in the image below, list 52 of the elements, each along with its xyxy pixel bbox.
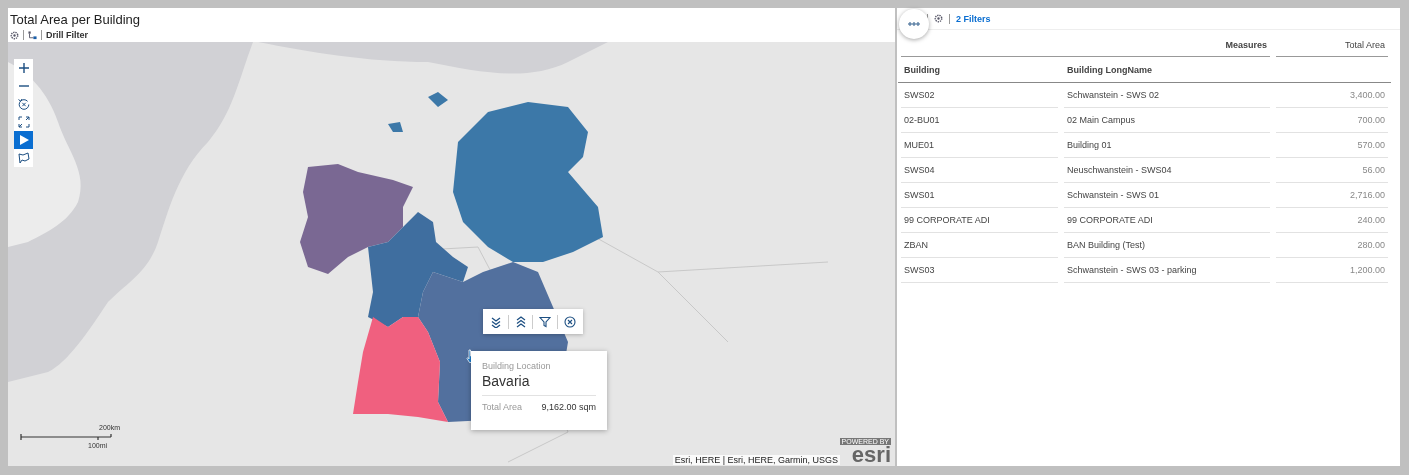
plus-icon (17, 62, 30, 74)
lasso-icon (17, 152, 30, 164)
table-cell: 02 Main Campus (1067, 115, 1136, 125)
table-cell: Schwanstein - SWS 03 - parking (1067, 265, 1197, 275)
table-cell: 240.00 (1357, 215, 1385, 225)
table-cell: Neuschwanstein - SWS04 (1067, 165, 1172, 175)
tooltip-dimension-value: Bavaria (482, 373, 596, 396)
table-cell: ZBAN (904, 240, 928, 250)
scale-bar-icon (20, 434, 112, 440)
table-cell: 2,716.00 (1349, 190, 1385, 200)
map-logo: esri (851, 445, 891, 465)
measures-header: Measures (1225, 40, 1267, 50)
table-cell: SWS04 (904, 165, 935, 175)
play-icon (17, 134, 30, 146)
map-attribution: Esri, HERE | Esri, HERE, Garmin, USGS (672, 455, 840, 465)
reset-icon (17, 98, 30, 110)
fullscreen-icon (17, 116, 30, 128)
drill-up-icon[interactable] (514, 315, 527, 328)
column-header: Building LongName (1067, 64, 1152, 75)
column-header: Total Area (1344, 40, 1385, 50)
table-cell: 700.00 (1357, 115, 1385, 125)
widget-title: Total Area per Building (10, 12, 142, 28)
filters-link[interactable]: 2 Filters (956, 13, 991, 24)
table-cell: MUE01 (904, 140, 934, 150)
table-cell: SWS02 (904, 90, 935, 100)
table-cell: 280.00 (1357, 240, 1385, 250)
table-cell: Building 01 (1067, 140, 1112, 150)
gear-icon[interactable] (10, 30, 19, 40)
table-cell: 570.00 (1357, 140, 1385, 150)
table-cell: BAN Building (Test) (1067, 240, 1146, 250)
table-cell: Schwanstein - SWS 02 (1067, 90, 1160, 100)
table-cell: SWS01 (904, 190, 935, 200)
ellipsis-icon (908, 22, 920, 26)
tooltip-measure-value: 9,162.00 sqm (541, 402, 596, 412)
table-cell: SWS03 (904, 265, 935, 275)
close-icon[interactable] (564, 315, 576, 328)
table-cell: 99 CORPORATE ADI (904, 215, 990, 225)
hierarchy-icon[interactable] (28, 30, 37, 40)
drill-filter-label: Drill Filter (46, 30, 88, 40)
filter-icon[interactable] (539, 315, 552, 328)
table-cell: 99 CORPORATE ADI (1067, 215, 1153, 225)
tooltip-dimension-label: Building Location (482, 361, 552, 371)
table-cell: 3,400.00 (1349, 90, 1385, 100)
table-cell: 02-BU01 (904, 115, 940, 125)
gear-icon[interactable] (934, 14, 943, 23)
tooltip-measure-label: Total Area (482, 402, 523, 412)
drill-down-icon[interactable] (489, 315, 502, 328)
table-cell: 1,200.00 (1349, 265, 1385, 275)
table-cell: Schwanstein - SWS 01 (1067, 190, 1160, 200)
column-header: Building (904, 64, 940, 75)
play-button[interactable] (14, 131, 33, 149)
table-cell: 56.00 (1362, 165, 1385, 175)
